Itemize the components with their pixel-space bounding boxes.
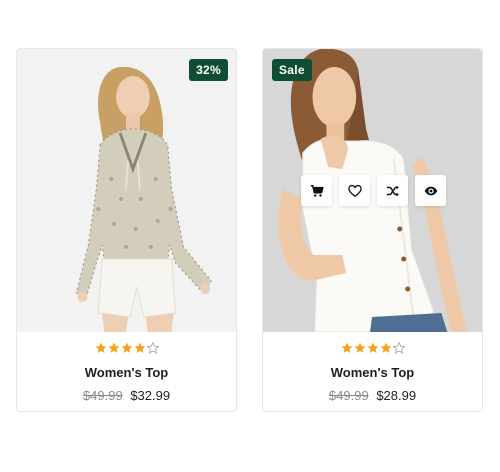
shuffle-icon bbox=[386, 185, 399, 196]
product-image[interactable]: Sale bbox=[263, 49, 482, 332]
heart-icon bbox=[347, 184, 362, 197]
product-card[interactable]: 32% Women's Top $49.99 $32.99 bbox=[16, 48, 237, 412]
old-price: $49.99 bbox=[82, 388, 123, 403]
discount-badge: 32% bbox=[189, 59, 228, 81]
sale-price: $32.99 bbox=[130, 388, 171, 403]
compare-button[interactable] bbox=[377, 175, 408, 206]
sale-price: $28.99 bbox=[376, 388, 417, 403]
star-filled-icon bbox=[341, 342, 352, 353]
rating-stars bbox=[17, 342, 236, 358]
old-price: $49.99 bbox=[328, 388, 369, 403]
star-empty-icon bbox=[146, 342, 159, 354]
star-filled-icon bbox=[380, 342, 391, 353]
add-to-cart-button[interactable] bbox=[301, 175, 332, 206]
product-card[interactable]: Sale Women's Top $49.99 $28.99 bbox=[262, 48, 483, 412]
star-filled-icon bbox=[367, 342, 378, 353]
product-title[interactable]: Women's Top bbox=[263, 365, 482, 381]
star-empty-icon bbox=[392, 342, 405, 354]
sale-badge: Sale bbox=[272, 59, 312, 81]
product-info: Women's Top $49.99 $32.99 bbox=[17, 332, 236, 404]
price-block: $49.99 $32.99 bbox=[17, 388, 236, 404]
add-to-wishlist-button[interactable] bbox=[339, 175, 370, 206]
star-filled-icon bbox=[108, 342, 119, 353]
star-filled-icon bbox=[134, 342, 145, 353]
price-block: $49.99 $28.99 bbox=[263, 388, 482, 404]
cart-icon bbox=[310, 184, 324, 197]
quick-actions bbox=[301, 175, 446, 206]
quick-view-button[interactable] bbox=[415, 175, 446, 206]
eye-icon bbox=[424, 186, 437, 195]
product-photo-woman-patterned-top bbox=[17, 49, 236, 332]
product-image[interactable]: 32% bbox=[17, 49, 236, 332]
product-info: Women's Top $49.99 $28.99 bbox=[263, 332, 482, 404]
star-filled-icon bbox=[95, 342, 106, 353]
rating-stars bbox=[263, 342, 482, 358]
product-title[interactable]: Women's Top bbox=[17, 365, 236, 381]
star-filled-icon bbox=[121, 342, 132, 353]
star-filled-icon bbox=[354, 342, 365, 353]
product-grid: 32% Women's Top $49.99 $32.99 Sale Women… bbox=[0, 0, 500, 472]
